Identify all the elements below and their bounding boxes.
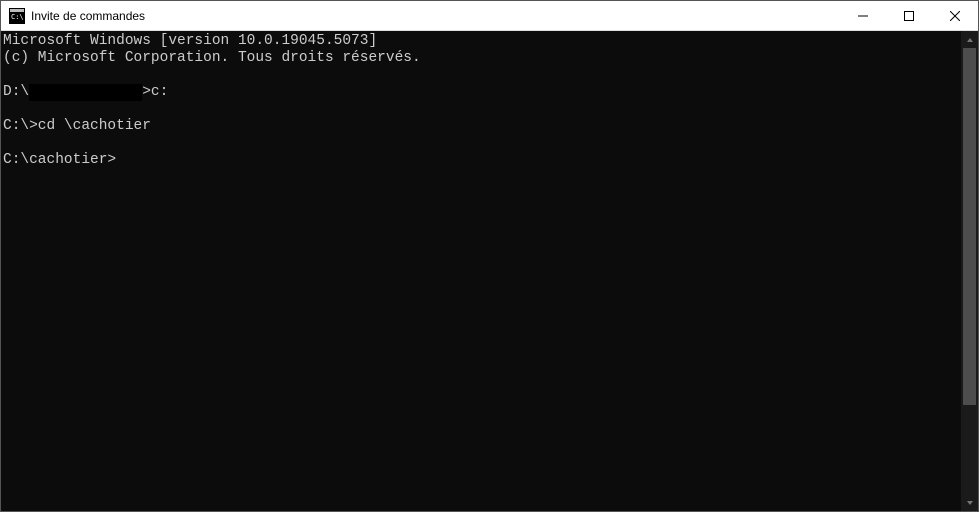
scroll-down-arrow[interactable]	[961, 494, 978, 511]
maximize-button[interactable]	[886, 1, 932, 30]
svg-text:C:\: C:\	[11, 13, 24, 21]
terminal-line: C:\>cd \cachotier	[3, 118, 961, 135]
terminal-line: D:\ >c:	[3, 84, 961, 101]
scrollbar-thumb[interactable]	[963, 48, 976, 405]
vertical-scrollbar[interactable]	[961, 31, 978, 511]
terminal-output[interactable]: Microsoft Windows [version 10.0.19045.50…	[1, 31, 961, 511]
terminal-line	[3, 135, 961, 152]
command-text: >c:	[142, 84, 168, 100]
terminal-line: C:\cachotier>	[3, 152, 961, 169]
terminal-line	[3, 101, 961, 118]
scrollbar-track[interactable]	[961, 48, 978, 494]
terminal-line: (c) Microsoft Corporation. Tous droits r…	[3, 50, 961, 67]
redacted-text	[29, 84, 142, 101]
terminal-line	[3, 67, 961, 84]
window-controls	[840, 1, 978, 30]
terminal-area: Microsoft Windows [version 10.0.19045.50…	[1, 31, 978, 511]
titlebar[interactable]: C:\ Invite de commandes	[1, 1, 978, 31]
scroll-up-arrow[interactable]	[961, 31, 978, 48]
window-title: Invite de commandes	[31, 9, 840, 23]
minimize-button[interactable]	[840, 1, 886, 30]
prompt-prefix: D:\	[3, 84, 29, 100]
cmd-icon: C:\	[9, 8, 25, 24]
command-prompt-window: C:\ Invite de commandes Microsoft Window…	[0, 0, 979, 512]
close-button[interactable]	[932, 1, 978, 30]
terminal-line: Microsoft Windows [version 10.0.19045.50…	[3, 33, 961, 50]
